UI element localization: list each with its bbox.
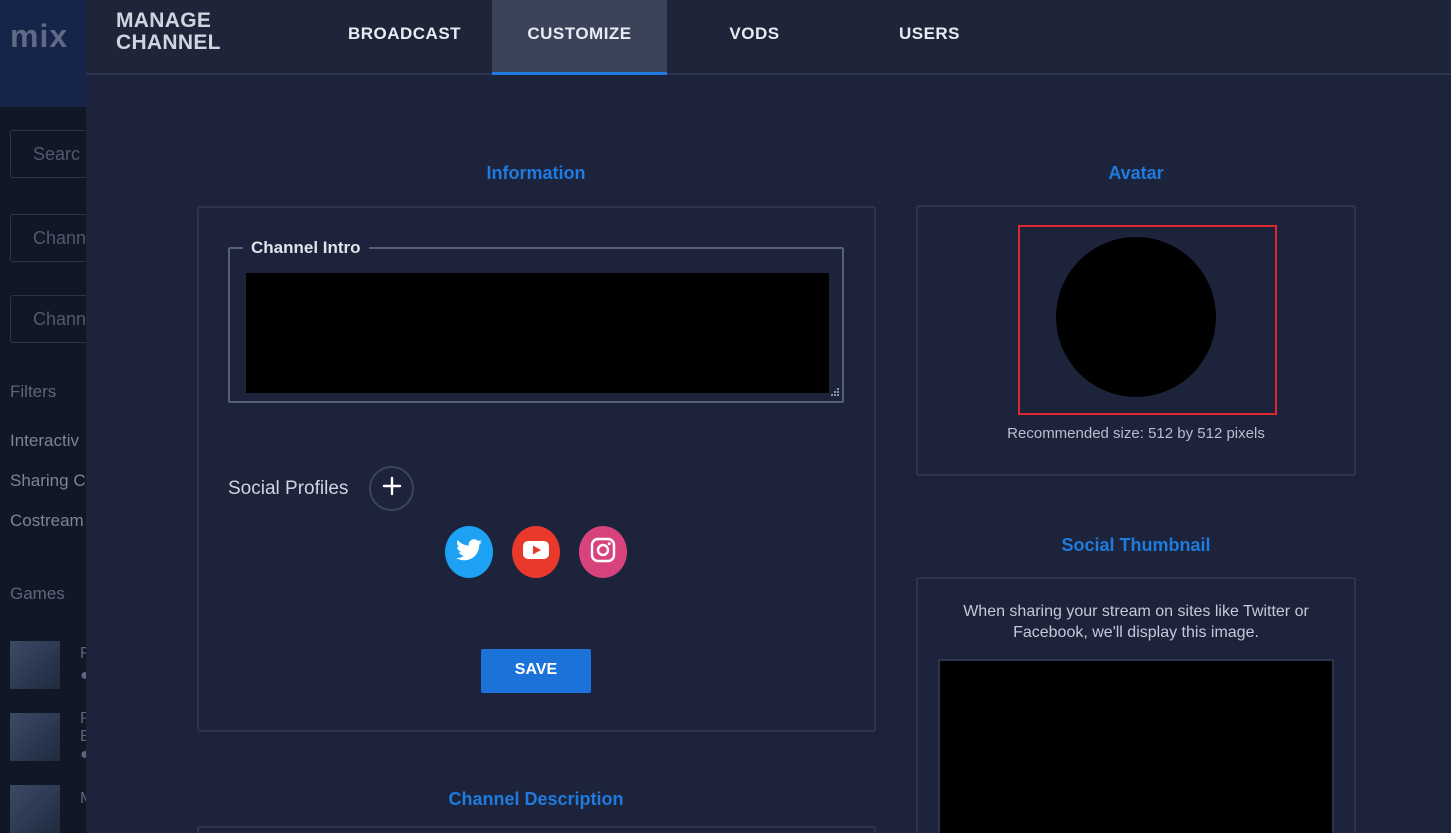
twitter-button[interactable] xyxy=(445,526,493,578)
twitter-icon xyxy=(456,538,482,566)
tab-vods[interactable]: VODS xyxy=(667,0,842,75)
background-games-label: Games xyxy=(10,584,65,603)
page-title-line2: CHANNEL xyxy=(116,31,221,54)
background-game-thumbnail xyxy=(10,641,60,689)
page-title: MANAGE CHANNEL xyxy=(116,10,221,54)
background-game-thumbnail xyxy=(10,713,60,761)
add-social-profile-button[interactable] xyxy=(369,466,414,511)
channel-description-heading: Channel Description xyxy=(448,789,624,809)
background-filter-item: Sharing C xyxy=(10,471,86,490)
social-thumbnail-description: When sharing your stream on sites like T… xyxy=(963,603,1309,641)
manage-channel-panel: MANAGE CHANNEL BROADCAST CUSTOMIZE VODS … xyxy=(86,0,1451,833)
tab-users[interactable]: USERS xyxy=(842,0,1017,75)
avatar-heading: Avatar xyxy=(1108,163,1164,183)
social-thumbnail-heading: Social Thumbnail xyxy=(1061,535,1211,555)
page-title-line1: MANAGE xyxy=(116,9,212,32)
background-game-thumbnail xyxy=(10,785,60,833)
channel-intro-textarea[interactable] xyxy=(246,273,829,393)
social-thumbnail-image[interactable] xyxy=(938,659,1334,833)
social-profiles-label: Social Profiles xyxy=(228,478,349,499)
background-sidebar: mix Searc Chann Chann Filters Interactiv… xyxy=(0,0,90,833)
channel-intro-label: Channel Intro xyxy=(243,238,369,258)
resize-handle-icon[interactable] xyxy=(829,386,839,396)
tab-customize[interactable]: CUSTOMIZE xyxy=(492,0,667,75)
information-heading: Information xyxy=(486,163,586,183)
instagram-icon xyxy=(590,537,616,568)
top-bar: MANAGE CHANNEL BROADCAST CUSTOMIZE VODS … xyxy=(86,0,1451,75)
background-filters-label: Filters xyxy=(10,382,57,401)
instagram-button[interactable] xyxy=(579,526,627,578)
background-filter-item: Interactiv xyxy=(10,431,79,450)
channel-description-card xyxy=(197,826,876,833)
background-channel-input: Chann xyxy=(10,214,90,262)
tab-broadcast[interactable]: BROADCAST xyxy=(317,0,492,75)
avatar-highlight xyxy=(1018,225,1277,415)
save-button[interactable]: SAVE xyxy=(481,649,591,693)
background-channel-input-2: Chann xyxy=(10,295,90,343)
background-filter-item: Costream xyxy=(10,511,84,530)
plus-icon xyxy=(382,476,402,501)
youtube-icon xyxy=(523,540,549,564)
background-search-input: Searc xyxy=(10,130,90,178)
mixer-logo: mix xyxy=(10,18,69,54)
avatar-size-hint: Recommended size: 512 by 512 pixels xyxy=(1007,425,1265,442)
youtube-button[interactable] xyxy=(512,526,560,578)
